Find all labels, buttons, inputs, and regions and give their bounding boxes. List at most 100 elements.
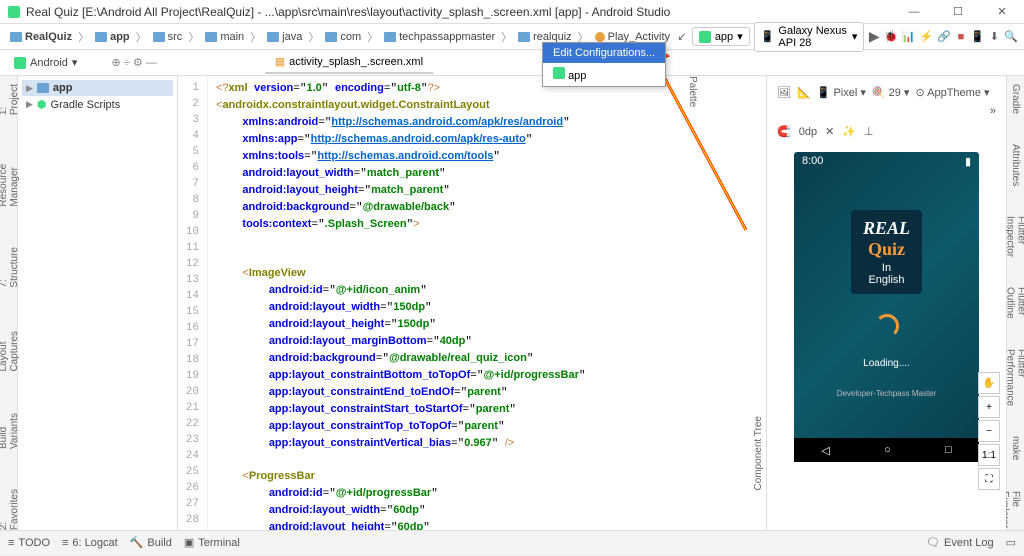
component-tree-tab[interactable]: Component Tree <box>753 416 764 491</box>
breadcrumb[interactable]: java <box>263 29 306 45</box>
palette-tab[interactable]: Palette <box>687 76 698 107</box>
tool-build[interactable]: 🔨 Build <box>130 536 172 549</box>
tool-resource-manager[interactable]: Resource Manager <box>0 155 20 207</box>
design-surface-icon[interactable]: 🖼 <box>777 86 791 99</box>
profiler-button[interactable]: 📊 <box>902 29 916 45</box>
expand-arrow-icon[interactable]: ▶ <box>26 99 33 110</box>
loading-label: Loading.... <box>863 358 910 369</box>
pan-button[interactable]: ✋ <box>978 372 1000 394</box>
tool-terminal[interactable]: ▣ Terminal <box>184 536 240 549</box>
breadcrumb[interactable]: src <box>149 29 187 45</box>
avd-manager-button[interactable]: 📱 <box>971 29 985 45</box>
zoom-actual-button[interactable]: ⛶ <box>978 468 1000 490</box>
home-icon: ○ <box>884 444 891 456</box>
tool-build-variants[interactable]: Build Variants <box>0 412 20 449</box>
device-dropdown[interactable]: 📱 Galaxy Nexus API 28▾ <box>754 22 865 52</box>
folder-icon <box>267 32 279 42</box>
tool-attributes[interactable]: Attributes <box>1010 144 1021 186</box>
preview-toolbar: 🖼 📐 📱 Pixel ▾ 🍭 29 ▾ ⊙ AppTheme ▾ » <box>773 82 1000 121</box>
zoom-out-button[interactable]: − <box>978 420 1000 442</box>
android-icon <box>553 67 565 79</box>
orientation-icon[interactable]: 📐 <box>797 86 811 99</box>
apply-changes-button[interactable]: ⚡ <box>920 29 934 45</box>
run-button[interactable]: ▶ <box>868 29 880 45</box>
tool-make[interactable]: make <box>1010 436 1021 460</box>
search-button[interactable]: 🔍 <box>1004 29 1018 45</box>
minimize-button[interactable]: — <box>900 2 928 22</box>
window-controls: — ☐ ✕ <box>900 2 1016 22</box>
left-tool-strip: 1: Project Resource Manager 7: Structure… <box>0 76 18 530</box>
app-logo: REAL Quiz InEnglish <box>851 210 922 294</box>
device-preview[interactable]: 8:00▮ REAL Quiz InEnglish Loading.... De… <box>794 152 979 462</box>
right-tool-strip: Gradle Attributes Flutter Inspector Flut… <box>1006 76 1024 530</box>
toolbar-right: ↙ app▾ 📱 Galaxy Nexus API 28▾ ▶ 🐞 📊 ⚡ 🔗 … <box>676 22 1018 52</box>
breadcrumb[interactable]: main <box>201 29 248 45</box>
tree-item-app[interactable]: ▶ app <box>22 80 173 96</box>
zoom-fit-button[interactable]: 1:1 <box>978 444 1000 466</box>
tool-todo[interactable]: ≡ TODO <box>8 537 50 549</box>
project-panel: ▶ app ▶ ⬢ Gradle Scripts <box>18 76 178 530</box>
device-select[interactable]: 📱 Pixel ▾ <box>817 86 866 99</box>
xml-file-icon: ▦ <box>275 55 285 68</box>
clear-constraints-icon[interactable]: ✕ <box>825 125 834 138</box>
folder-icon <box>10 32 22 42</box>
expand-arrow-icon[interactable]: ▶ <box>26 83 33 94</box>
tab-bar: Android▾ ⊕ ÷ ⚙ — ▦ activity_splash_.scre… <box>0 50 1024 76</box>
theme-select[interactable]: ⊙ AppTheme ▾ <box>915 86 989 99</box>
guidelines-icon[interactable]: ⊥ <box>864 125 874 138</box>
android-icon <box>14 57 26 69</box>
status-indicator[interactable]: ▭ <box>1006 536 1016 549</box>
infer-constraints-icon[interactable]: ✨ <box>842 125 856 138</box>
tool-flutter-outline[interactable]: Flutter Outline <box>1005 287 1024 319</box>
debug-button[interactable]: 🐞 <box>884 29 898 45</box>
menu-edit-configurations[interactable]: Edit Configurations... <box>543 43 665 63</box>
tool-flutter-inspector[interactable]: Flutter Inspector <box>1005 216 1024 257</box>
run-config-menu: Edit Configurations... app <box>542 42 666 87</box>
tool-project[interactable]: 1: Project <box>0 84 20 115</box>
back-icon: ◁ <box>821 444 829 457</box>
magnet-icon[interactable]: 🧲 <box>777 125 791 138</box>
close-button[interactable]: ✕ <box>988 2 1016 22</box>
tool-favorites[interactable]: 2: Favorites <box>0 489 20 530</box>
tree-item-gradle[interactable]: ▶ ⬢ Gradle Scripts <box>22 96 173 113</box>
breadcrumb[interactable]: techpassappmaster <box>380 29 499 45</box>
class-icon <box>595 32 605 42</box>
editor-tab[interactable]: ▦ activity_splash_.screen.xml <box>265 51 433 74</box>
titlebar: Real Quiz [E:\Android All Project\RealQu… <box>0 0 1024 24</box>
stop-button[interactable]: ■ <box>955 29 967 45</box>
folder-icon <box>384 32 396 42</box>
tool-logcat[interactable]: ≡ 6: Logcat <box>62 537 118 549</box>
progress-spinner <box>875 314 899 338</box>
folder-icon <box>325 32 337 42</box>
folder-icon <box>518 32 530 42</box>
code-area[interactable]: <?xml version="1.0" encoding="utf-8"?> <… <box>208 76 766 530</box>
attach-debugger-button[interactable]: 🔗 <box>937 29 951 45</box>
gradle-icon: ⬢ <box>37 98 47 111</box>
tool-flutter-performance[interactable]: Flutter Performance <box>1005 349 1024 406</box>
breadcrumb[interactable]: RealQuiz <box>6 29 76 45</box>
tool-layout-captures[interactable]: Layout Captures <box>0 327 20 372</box>
default-margin[interactable]: 0dp <box>799 126 817 138</box>
sync-icon[interactable]: ↙ <box>676 29 688 45</box>
tool-structure[interactable]: 7: Structure <box>0 247 20 288</box>
folder-icon <box>95 32 107 42</box>
tool-gradle[interactable]: Gradle <box>1010 84 1021 114</box>
api-select[interactable]: 🍭 29 ▾ <box>872 86 910 99</box>
breadcrumb[interactable]: com <box>321 29 365 45</box>
status-bar: ≡ TODO ≡ 6: Logcat 🔨 Build ▣ Terminal 🗨 … <box>0 530 1024 554</box>
device-icon: 📱 <box>761 30 775 43</box>
code-editor[interactable]: 1234567891011121314151617181920212223242… <box>178 76 766 530</box>
breadcrumb[interactable]: app <box>91 29 134 45</box>
preview-content: REAL Quiz InEnglish Loading.... Develope… <box>794 170 979 438</box>
menu-app[interactable]: app <box>543 63 665 86</box>
main-area: 1: Project Resource Manager 7: Structure… <box>0 76 1024 530</box>
sdk-manager-button[interactable]: ⬇ <box>989 29 1001 45</box>
zoom-in-button[interactable]: + <box>978 396 1000 418</box>
android-icon <box>699 31 711 43</box>
event-log[interactable]: 🗨 Event Log <box>926 536 994 549</box>
maximize-button[interactable]: ☐ <box>944 2 972 22</box>
window-title: Real Quiz [E:\Android All Project\RealQu… <box>26 5 900 19</box>
project-view-selector[interactable]: Android▾ ⊕ ÷ ⚙ — <box>6 53 165 72</box>
run-config-dropdown[interactable]: app▾ <box>692 27 750 46</box>
folder-icon <box>205 32 217 42</box>
